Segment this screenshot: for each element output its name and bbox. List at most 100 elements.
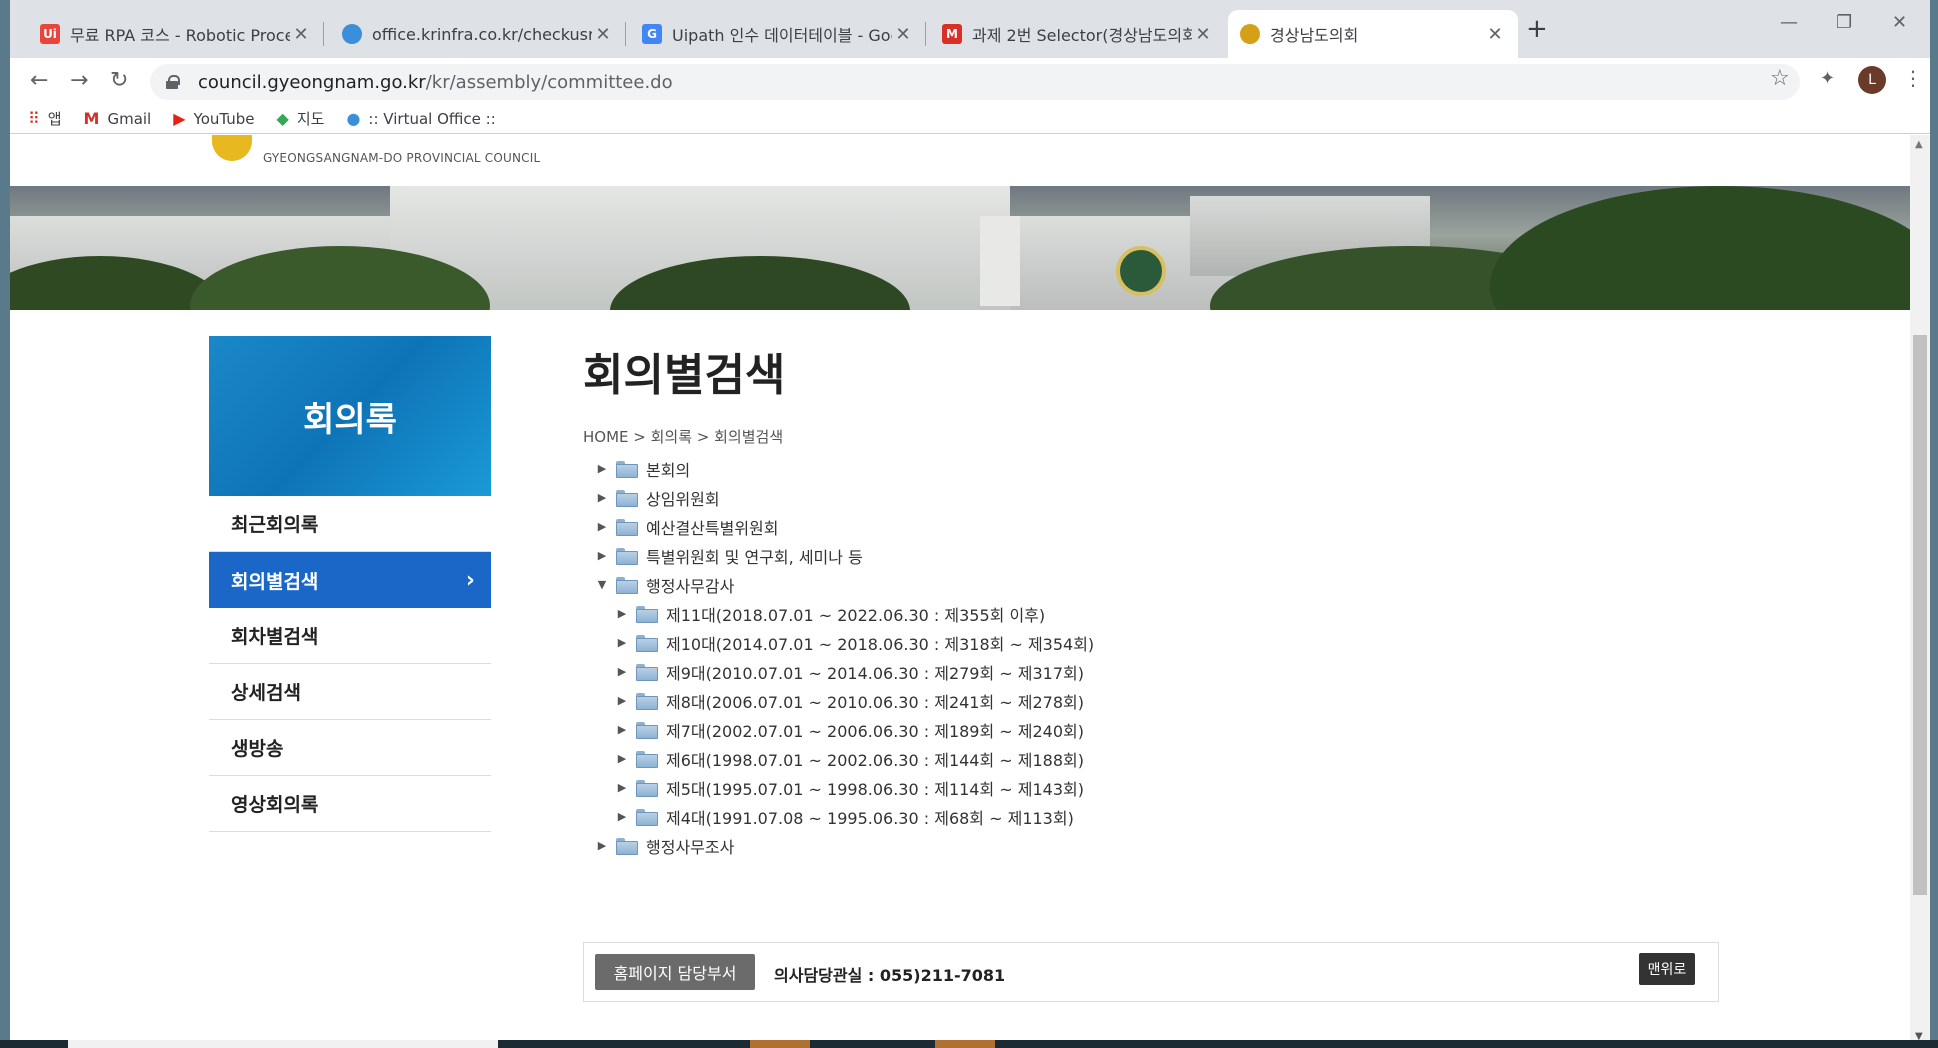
url-path: /kr/assembly/committee.do: [425, 71, 673, 93]
tree-node-label[interactable]: 제7대(2002.07.01 ~ 2006.06.30 : 제189회 ~ 제2…: [666, 718, 1084, 742]
tab-separator: [925, 22, 926, 46]
bookmark-maps[interactable]: ◆ 지도: [277, 108, 325, 129]
tree-node-label[interactable]: 제4대(1991.07.08 ~ 1995.06.30 : 제68회 ~ 제11…: [666, 805, 1074, 829]
reload-icon[interactable]: ↻: [110, 68, 128, 93]
tab-uipath-datatable[interactable]: G Uipath 인수 데이터테이블 - Goo ✕: [630, 10, 926, 58]
tree-node-label[interactable]: 본회의: [646, 457, 690, 481]
close-tab-icon[interactable]: ✕: [1192, 24, 1214, 45]
bookmark-gmail[interactable]: M Gmail: [84, 109, 152, 128]
tree-node[interactable]: ▶ 상임위원회: [594, 483, 1294, 512]
close-tab-icon[interactable]: ✕: [290, 24, 312, 45]
bookmark-label: Gmail: [107, 109, 152, 128]
tree-node-label[interactable]: 제8대(2006.07.01 ~ 2010.06.30 : 제241회 ~ 제2…: [666, 689, 1084, 713]
profile-avatar[interactable]: L: [1858, 66, 1886, 94]
tree-subnode[interactable]: ▶ 제10대(2014.07.01 ~ 2018.06.30 : 제318회 ~ …: [594, 628, 1294, 657]
close-window-icon[interactable]: ✕: [1892, 12, 1907, 33]
sidebar-item-recent-minutes[interactable]: 최근회의록: [209, 496, 491, 552]
tree-node[interactable]: ▶ 행정사무조사: [594, 831, 1294, 860]
tree-node[interactable]: ▶ 예산결산특별위원회: [594, 512, 1294, 541]
back-to-top-button[interactable]: 맨위로: [1639, 953, 1695, 985]
scrollbar-thumb[interactable]: [1913, 335, 1927, 895]
chevron-right-icon: ›: [465, 567, 475, 593]
tab-title: Uipath 인수 데이터테이블 - Goo: [672, 26, 892, 45]
sidebar-item-search-by-session[interactable]: 회차별검색: [209, 608, 491, 664]
collapsed-arrow-icon[interactable]: ▶: [614, 810, 630, 823]
tree-node-label[interactable]: 행정사무감사: [646, 573, 734, 597]
tree-subnode[interactable]: ▶ 제6대(1998.07.01 ~ 2002.06.30 : 제144회 ~ 제…: [594, 744, 1294, 773]
close-tab-icon[interactable]: ✕: [592, 24, 614, 45]
sidebar-item-video-minutes[interactable]: 영상회의록: [209, 776, 491, 832]
dept-button[interactable]: 홈페이지 담당부서: [595, 954, 755, 990]
tab-title: 경상남도의회: [1270, 26, 1359, 45]
address-bar[interactable]: council.gyeongnam.go.kr/kr/assembly/comm…: [150, 64, 1800, 100]
tree-node-label[interactable]: 특별위원회 및 연구회, 세미나 등: [646, 544, 863, 568]
site-header: GYEONGSANGNAM-DO PROVINCIAL COUNCIL: [10, 135, 1910, 186]
tree-node[interactable]: ▶ 특별위원회 및 연구회, 세미나 등: [594, 541, 1294, 570]
collapsed-arrow-icon[interactable]: ▶: [594, 839, 610, 852]
tab-rpa-course[interactable]: Ui 무료 RPA 코스 - Robotic Process ✕: [28, 10, 324, 58]
favicon-icon: G: [642, 24, 662, 44]
minimize-icon[interactable]: —: [1780, 12, 1798, 33]
globe-icon: ●: [346, 109, 361, 128]
tree-node-label[interactable]: 제10대(2014.07.01 ~ 2018.06.30 : 제318회 ~ 제…: [666, 631, 1094, 655]
restore-icon[interactable]: ❐: [1836, 12, 1852, 33]
collapsed-arrow-icon[interactable]: ▶: [594, 549, 610, 562]
folder-icon: [616, 490, 638, 507]
maps-icon: ◆: [276, 109, 289, 128]
tree-node[interactable]: ▶ 본회의: [594, 454, 1294, 483]
extensions-icon[interactable]: ✦: [1820, 68, 1835, 89]
collapsed-arrow-icon[interactable]: ▶: [614, 694, 630, 707]
folder-icon: [616, 461, 638, 478]
back-icon[interactable]: ←: [30, 68, 48, 93]
collapsed-arrow-icon[interactable]: ▶: [594, 491, 610, 504]
favicon-icon: M: [942, 24, 962, 44]
collapsed-arrow-icon[interactable]: ▶: [614, 665, 630, 678]
forward-icon[interactable]: →: [70, 68, 88, 93]
sidebar-item-live-broadcast[interactable]: 생방송: [209, 720, 491, 776]
hero-banner: [10, 186, 1910, 310]
sidebar-item-detailed-search[interactable]: 상세검색: [209, 664, 491, 720]
tree-subnode[interactable]: ▶ 제11대(2018.07.01 ~ 2022.06.30 : 제355회 이후…: [594, 599, 1294, 628]
bookmark-virtual-office[interactable]: ●:: Virtual Office ::: [346, 109, 495, 128]
tab-gmail-selector[interactable]: M 과제 2번 Selector(경상남도의회) ✕: [930, 10, 1226, 58]
page-title: 회의별검색: [583, 350, 786, 401]
menu-icon[interactable]: ⋮: [1903, 66, 1923, 90]
tree-subnode[interactable]: ▶ 제9대(2010.07.01 ~ 2014.06.30 : 제279회 ~ 제…: [594, 657, 1294, 686]
tree-subnode[interactable]: ▶ 제4대(1991.07.08 ~ 1995.06.30 : 제68회 ~ 제1…: [594, 802, 1294, 831]
sidebar-item-label: 최근회의록: [231, 514, 319, 536]
council-logo-icon[interactable]: [212, 135, 252, 161]
folder-icon: [636, 606, 658, 623]
tree-node-label[interactable]: 제5대(1995.07.01 ~ 1998.06.30 : 제114회 ~ 제1…: [666, 776, 1084, 800]
folder-icon: [616, 519, 638, 536]
close-tab-icon[interactable]: ✕: [892, 24, 914, 45]
tree-subnode[interactable]: ▶ 제8대(2006.07.01 ~ 2010.06.30 : 제241회 ~ 제…: [594, 686, 1294, 715]
bookmark-youtube[interactable]: ▶ YouTube: [173, 109, 254, 128]
close-tab-icon[interactable]: ✕: [1484, 24, 1506, 45]
tree-node-label[interactable]: 예산결산특별위원회: [646, 515, 778, 539]
bookmark-apps[interactable]: ⠿ 앱: [28, 108, 62, 129]
tree-node[interactable]: ▼ 행정사무감사: [594, 570, 1294, 599]
sidebar-item-search-by-meeting[interactable]: 회의별검색 ›: [209, 552, 491, 608]
tab-gyeongnam-council[interactable]: 경상남도의회 ✕: [1228, 10, 1518, 58]
new-tab-button[interactable]: +: [1526, 14, 1548, 44]
tree-node-label[interactable]: 제9대(2010.07.01 ~ 2014.06.30 : 제279회 ~ 제3…: [666, 660, 1084, 684]
tree-node-label[interactable]: 행정사무조사: [646, 834, 734, 858]
tree-subnode[interactable]: ▶ 제7대(2002.07.01 ~ 2006.06.30 : 제189회 ~ 제…: [594, 715, 1294, 744]
collapsed-arrow-icon[interactable]: ▶: [594, 462, 610, 475]
collapsed-arrow-icon[interactable]: ▶: [614, 607, 630, 620]
collapsed-arrow-icon[interactable]: ▶: [594, 520, 610, 533]
tab-office-krinfra[interactable]: office.krinfra.co.kr/checkusr_ren✕: [330, 10, 626, 58]
logo-subtitle: GYEONGSANGNAM-DO PROVINCIAL COUNCIL: [263, 151, 541, 165]
collapsed-arrow-icon[interactable]: ▶: [614, 636, 630, 649]
scroll-up-icon[interactable]: ▲: [1915, 139, 1923, 150]
sidebar-item-label: 상세검색: [231, 682, 301, 704]
tree-node-label[interactable]: 상임위원회: [646, 486, 720, 510]
tree-node-label[interactable]: 제6대(1998.07.01 ~ 2002.06.30 : 제144회 ~ 제1…: [666, 747, 1084, 771]
collapsed-arrow-icon[interactable]: ▶: [614, 781, 630, 794]
tree-subnode[interactable]: ▶ 제5대(1995.07.01 ~ 1998.06.30 : 제114회 ~ 제…: [594, 773, 1294, 802]
collapsed-arrow-icon[interactable]: ▶: [614, 752, 630, 765]
expanded-arrow-icon[interactable]: ▼: [594, 578, 610, 591]
collapsed-arrow-icon[interactable]: ▶: [614, 723, 630, 736]
bookmark-star-icon[interactable]: ☆: [1770, 66, 1790, 91]
tree-node-label[interactable]: 제11대(2018.07.01 ~ 2022.06.30 : 제355회 이후): [666, 602, 1045, 626]
